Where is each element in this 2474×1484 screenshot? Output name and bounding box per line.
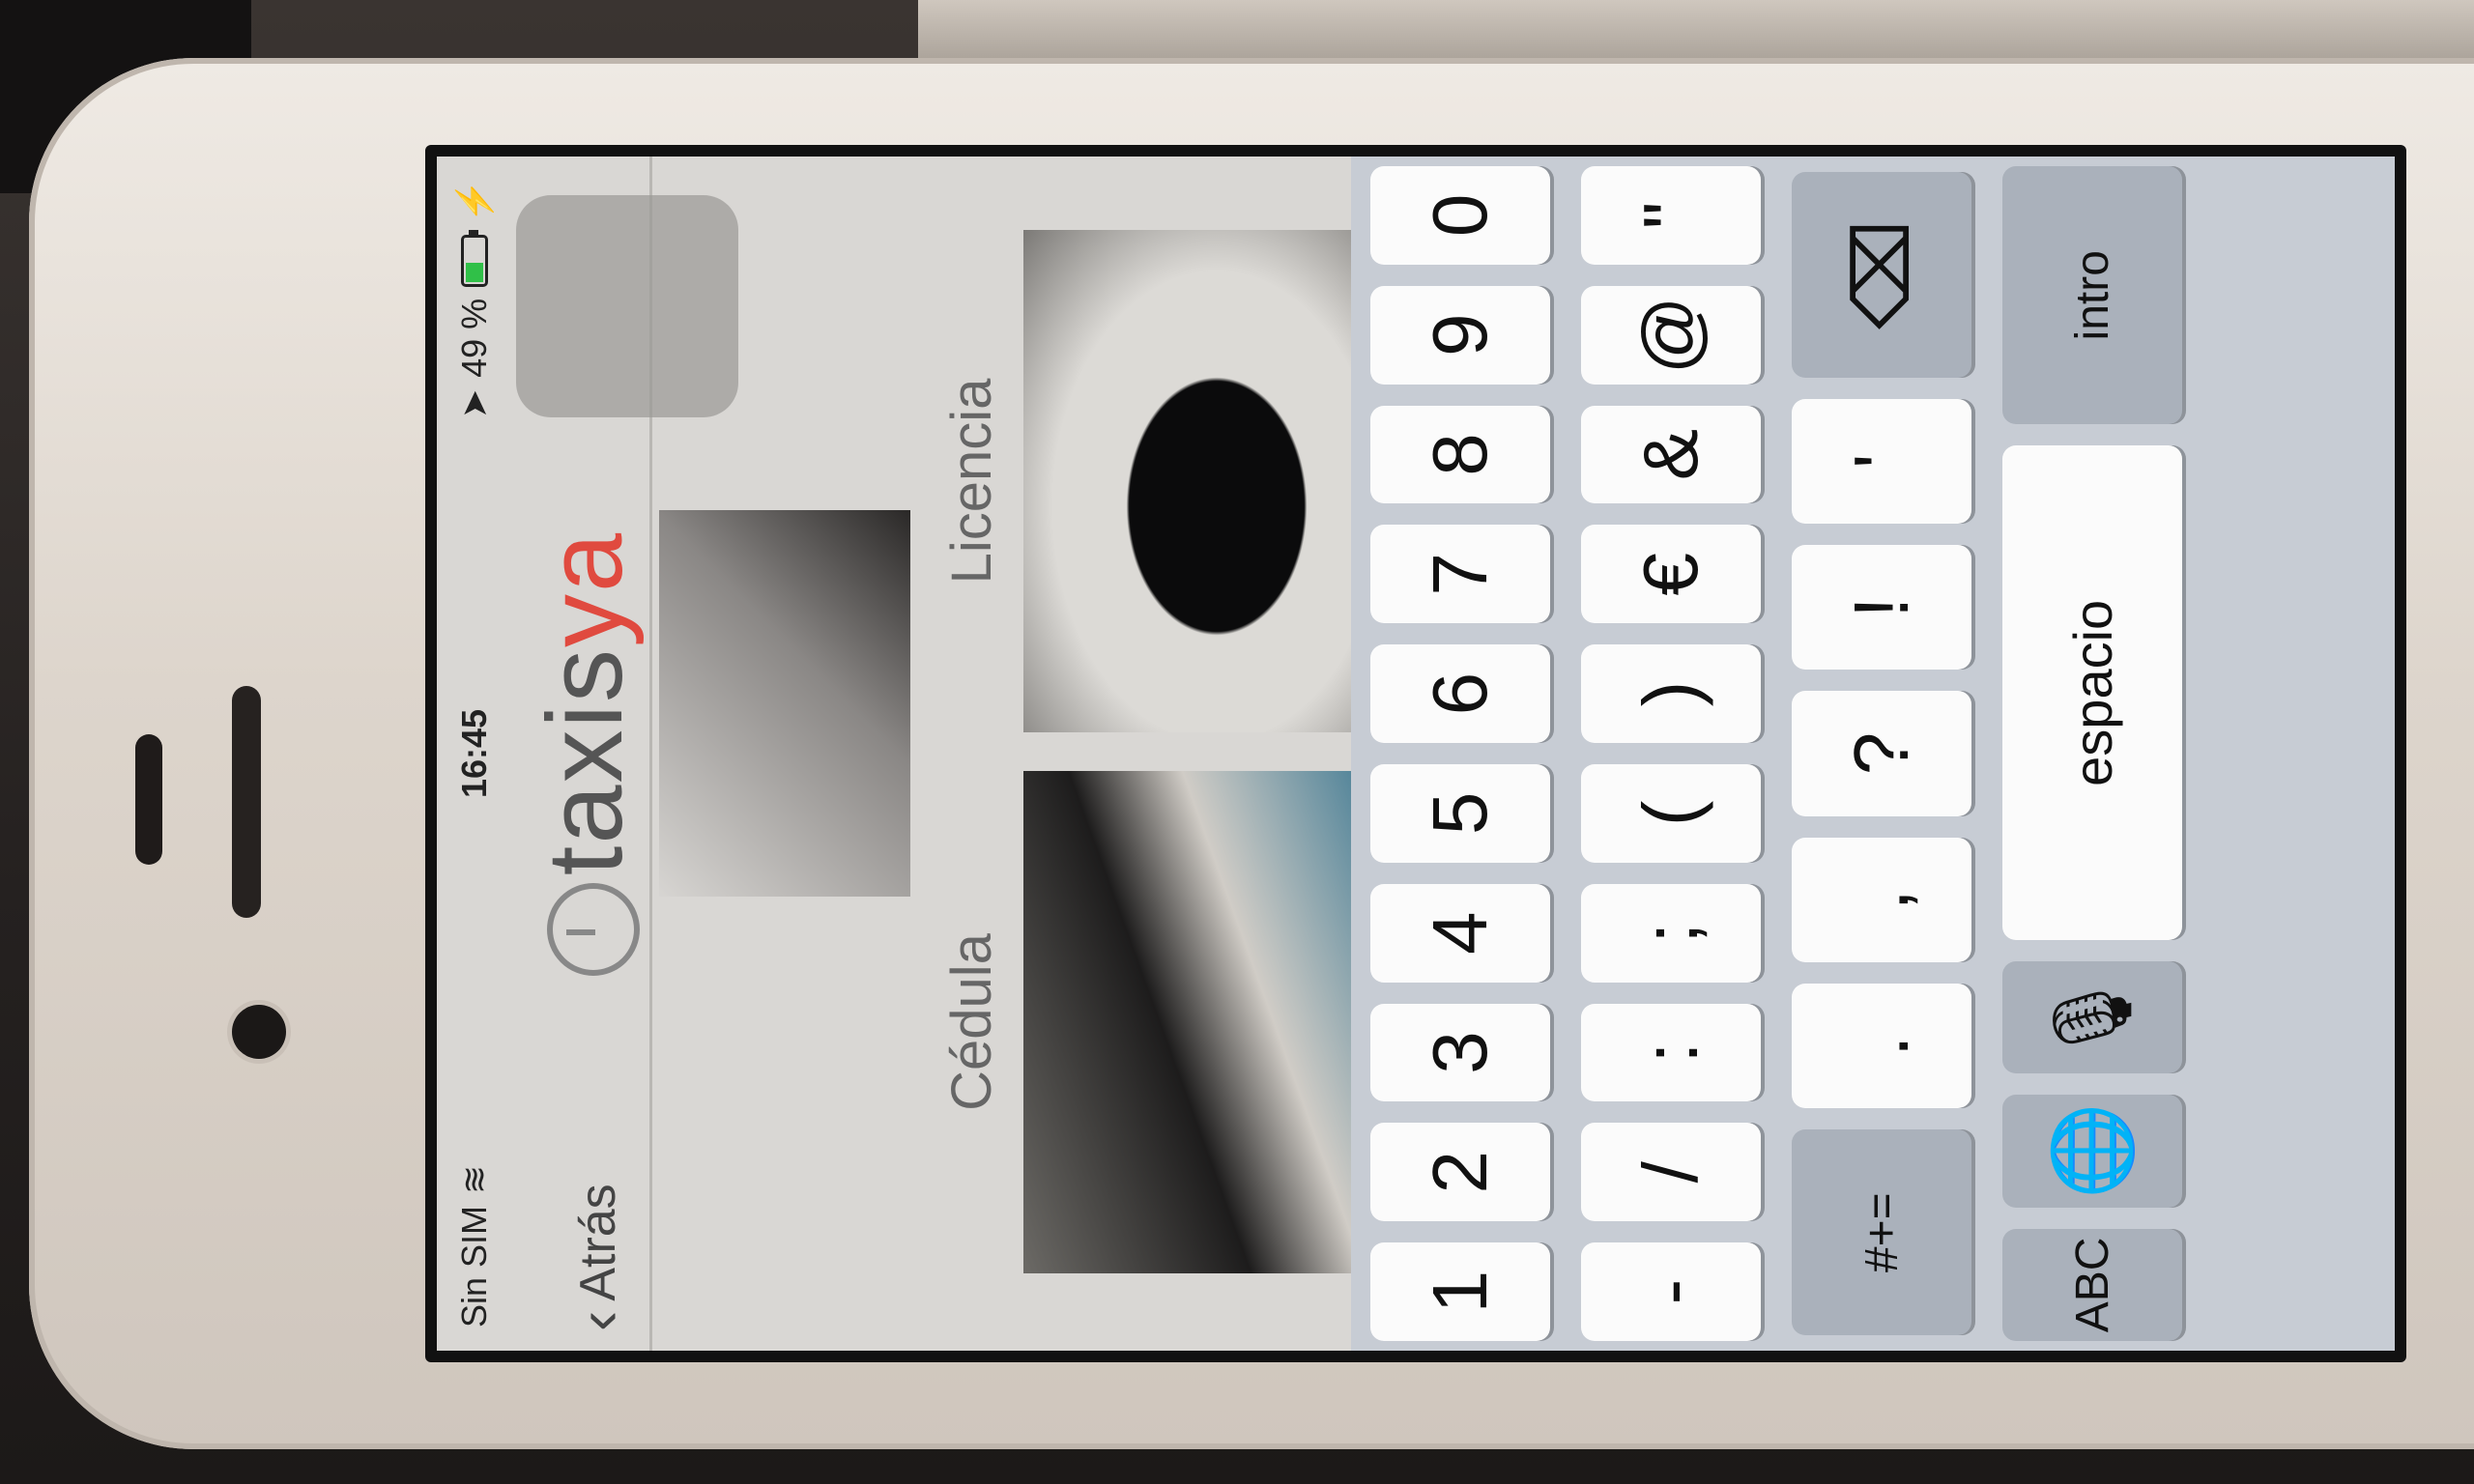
app-view: Sin SIM ≋ 16:45 ➤ 49 % ⚡ ‹ Atrás taxisya — [437, 157, 2395, 1351]
key-row2-8[interactable]: @ — [1581, 285, 1761, 385]
key-row2-7[interactable]: & — [1581, 405, 1761, 504]
globe-icon[interactable]: 🌐 — [2002, 1095, 2182, 1208]
key-row2-6[interactable]: € — [1581, 525, 1761, 624]
keyboard: 1 2 3 4 5 6 7 8 9 0 - /:; () € & @ " #+= .,?! ' ⌫ ABC 🌐 🎙… — [1351, 157, 2395, 1351]
key-row1-1[interactable]: 2 — [1370, 1123, 1550, 1222]
status-bar: Sin SIM ≋ 16:45 ➤ 49 % ⚡ — [437, 157, 504, 1351]
keyboard-row-bottom: ABC 🌐 🎙 espacio intro — [2002, 166, 2182, 1341]
key-row1-2[interactable]: 3 — [1370, 1003, 1550, 1102]
key-row1-8[interactable]: 9 — [1370, 285, 1550, 385]
key-row1-7[interactable]: 8 — [1370, 405, 1550, 504]
battery-fill — [466, 263, 483, 282]
document-cedula[interactable]: Cédula — [939, 771, 1410, 1273]
key-row1-6[interactable]: 7 — [1370, 525, 1550, 624]
key-row3-0[interactable]: . — [1792, 984, 1971, 1109]
key-row1-3[interactable]: 4 — [1370, 883, 1550, 983]
return-key[interactable]: intro — [2002, 166, 2182, 425]
battery-percent: 49 % — [454, 298, 494, 378]
microphone-icon[interactable]: 🎙 — [2002, 961, 2182, 1074]
phone-screen: Sin SIM ≋ 16:45 ➤ 49 % ⚡ ‹ Atrás taxisya — [425, 145, 2406, 1362]
delete-icon[interactable]: ⌫ — [1792, 172, 1971, 378]
key-row3-2[interactable]: ? — [1792, 691, 1971, 816]
document-label: Licencia — [940, 378, 1003, 585]
earpiece-speaker — [232, 686, 261, 918]
battery-icon — [461, 234, 488, 287]
space-key[interactable]: espacio — [2002, 445, 2182, 941]
key-row2-1[interactable]: / — [1581, 1123, 1761, 1222]
logo-text-accent: ya — [526, 530, 645, 647]
abc-key[interactable]: ABC — [2002, 1228, 2182, 1341]
logo-text-main: taxis — [526, 647, 645, 876]
key-row3-1[interactable]: , — [1792, 837, 1971, 963]
key-row1-9[interactable]: 0 — [1370, 166, 1550, 265]
front-camera — [232, 1005, 286, 1059]
key-row2-9[interactable]: " — [1581, 166, 1761, 265]
location-arrow-icon: ➤ — [454, 388, 494, 419]
key-row1-0[interactable]: 1 — [1370, 1242, 1550, 1341]
keyboard-row-punctuation: #+= .,?! ' ⌫ — [1792, 166, 1971, 1341]
key-row2-3[interactable]: ; — [1581, 883, 1761, 983]
document-label: Cédula — [940, 933, 1003, 1111]
profile-photo[interactable] — [659, 510, 910, 897]
key-row1-5[interactable]: 6 — [1370, 644, 1550, 743]
key-row2-0[interactable]: - — [1581, 1242, 1761, 1341]
key-row2-4[interactable]: ( — [1581, 764, 1761, 863]
key-row2-5[interactable]: ) — [1581, 644, 1761, 743]
display: Sin SIM ≋ 16:45 ➤ 49 % ⚡ ‹ Atrás taxisya — [437, 157, 2395, 1351]
camera-button[interactable] — [516, 195, 738, 417]
status-right: ➤ 49 % ⚡ — [454, 180, 495, 418]
document-licencia[interactable]: Licencia — [939, 230, 1410, 732]
key-row1-4[interactable]: 5 — [1370, 764, 1550, 863]
keyboard-row-symbols: - /:; () € & @ " — [1581, 166, 1761, 1341]
key-row2-2[interactable]: : — [1581, 1003, 1761, 1102]
proximity-sensor — [135, 734, 162, 865]
clock-logo-icon — [546, 883, 640, 977]
more-symbols-key[interactable]: #+= — [1792, 1129, 1971, 1335]
charging-bolt-icon: ⚡ — [454, 180, 494, 223]
key-row3-4[interactable]: ' — [1792, 398, 1971, 524]
keyboard-row-numbers: 1 2 3 4 5 6 7 8 9 0 — [1370, 166, 1550, 1341]
key-row3-3[interactable]: ! — [1792, 544, 1971, 671]
